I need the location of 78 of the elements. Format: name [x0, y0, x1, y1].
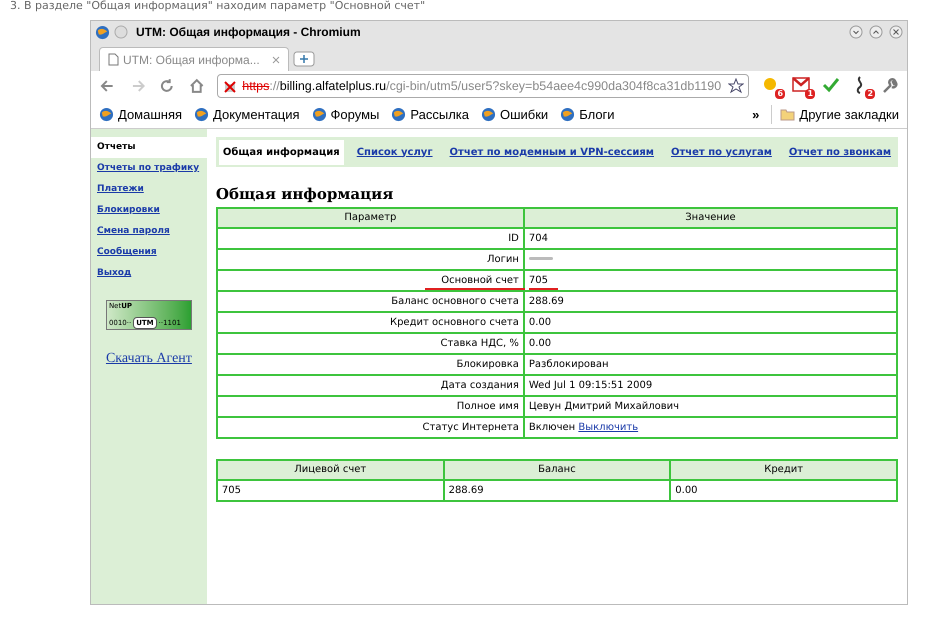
bookmark-link[interactable]: Ошибки — [500, 104, 548, 124]
section-heading: Общая информация — [216, 184, 394, 205]
sidebar-item[interactable]: Платежи — [91, 179, 207, 200]
sidebar-item[interactable]: Смена пароля — [91, 221, 207, 242]
report-tab[interactable]: Список услуг — [352, 140, 437, 164]
overflow-chevron[interactable]: » — [752, 104, 760, 124]
star-icon[interactable] — [728, 78, 744, 94]
column-header: Баланс — [444, 460, 670, 480]
minimize-icon[interactable] — [849, 25, 863, 39]
sidebar-item[interactable]: Сообщения — [91, 242, 207, 263]
bookmark-link[interactable]: Домашняя — [118, 104, 182, 124]
value-cell: Цевун Дмитрий Михайлович — [528, 400, 680, 412]
home-icon[interactable] — [188, 77, 206, 95]
close-icon[interactable] — [889, 25, 903, 39]
value-cell: Включен — [528, 422, 576, 432]
globe-icon — [95, 24, 110, 40]
table-cell: 288.69 — [444, 480, 670, 500]
tab-title: UTM: Общая информа... — [123, 52, 260, 68]
value-cell: 704 — [528, 232, 548, 244]
parameter-cell: ID — [508, 232, 519, 244]
parameter-cell: Дата создания — [440, 380, 519, 390]
page-icon — [108, 53, 119, 66]
parameter-cell: Кредит основного счета — [390, 316, 519, 328]
browser-tab[interactable]: UTM: Общая информа... — [99, 47, 289, 71]
window-title: UTM: Общая информация - Chromium — [136, 24, 361, 41]
sidebar-item[interactable]: Отчеты по трафику — [91, 158, 207, 179]
column-header: Параметр — [216, 208, 524, 228]
value-cell: Разблокирован — [528, 358, 609, 370]
column-header: Значение — [524, 208, 897, 228]
globe-icon — [312, 107, 327, 122]
parameter-cell: Блокировка — [456, 358, 519, 370]
download-agent-link[interactable]: Скачать Агент — [106, 348, 192, 369]
value-cell: Wed Jul 1 09:15:51 2009 — [528, 380, 652, 390]
parameter-cell: Ставка НДС, % — [440, 338, 519, 348]
badge-count: 2 — [865, 89, 876, 99]
disable-link[interactable]: Выключить — [578, 422, 638, 432]
mail-icon[interactable] — [791, 75, 812, 95]
parameter-cell: Статус Интернета — [422, 422, 519, 432]
globe-icon — [481, 107, 496, 122]
badge-count: 1 — [805, 89, 816, 99]
value-cell: 0.00 — [528, 316, 552, 328]
table-cell: 705 — [216, 480, 444, 500]
address-bar[interactable]: https://billing.alfatelplus.ru/cgi-bin/utm5/user5?skey=b54aee4c990da304f8ca31db1190 — [217, 74, 750, 98]
bookmark-link[interactable]: Блоги — [579, 104, 615, 124]
report-tab[interactable]: Отчет по услугам — [666, 140, 776, 164]
badge-count: 6 — [775, 89, 786, 99]
globe-icon — [194, 107, 210, 122]
parameter-cell: Логин — [486, 254, 519, 264]
sidebar-item[interactable]: Блокировки — [91, 200, 207, 221]
bookmark-link[interactable]: Форумы — [330, 104, 380, 124]
caption-text: 3. В разделе "Общая информация" находим параметр "Основной счет" — [10, 0, 426, 12]
maximize-icon[interactable] — [869, 25, 883, 39]
value-cell: 705 — [528, 274, 548, 286]
parameter-cell: Основной счет — [425, 274, 525, 290]
parameter-cell: Баланс основного счета — [391, 296, 519, 306]
report-tab[interactable]: Отчет по модемным и VPN-сессиям — [446, 140, 658, 164]
report-tab[interactable]: Отчет по звонкам — [784, 140, 895, 164]
column-header: Кредит — [670, 460, 897, 480]
sidebar-item[interactable]: Выход — [91, 263, 207, 284]
bookmark-link[interactable]: Документация — [213, 104, 300, 124]
close-icon[interactable] — [272, 56, 280, 64]
value-cell: 0.00 — [528, 338, 552, 348]
url-text: https://billing.alfatelplus.ru/cgi-bin/utm5/user5?skey=b54aee4c990da304f8ca31db1190 — [242, 78, 722, 95]
parameter-cell: Полное имя — [456, 400, 519, 412]
checkmark-icon[interactable] — [821, 75, 842, 95]
circle-icon — [114, 25, 128, 39]
value-cell: 288.69 — [528, 296, 564, 306]
globe-icon — [391, 107, 406, 122]
report-tab[interactable]: Общая информация — [218, 140, 344, 164]
column-header: Лицевой счет — [216, 460, 444, 480]
globe-icon — [99, 107, 114, 122]
bookmark-link[interactable]: Рассылка — [410, 104, 469, 124]
globe-icon — [560, 107, 576, 122]
table-cell: 0.00 — [670, 480, 897, 500]
folder-icon — [780, 108, 796, 121]
sidebar-item[interactable]: Отчеты — [91, 137, 207, 158]
bookmark-link[interactable]: Другие закладки — [799, 104, 899, 124]
new-tab-icon[interactable] — [293, 51, 315, 67]
